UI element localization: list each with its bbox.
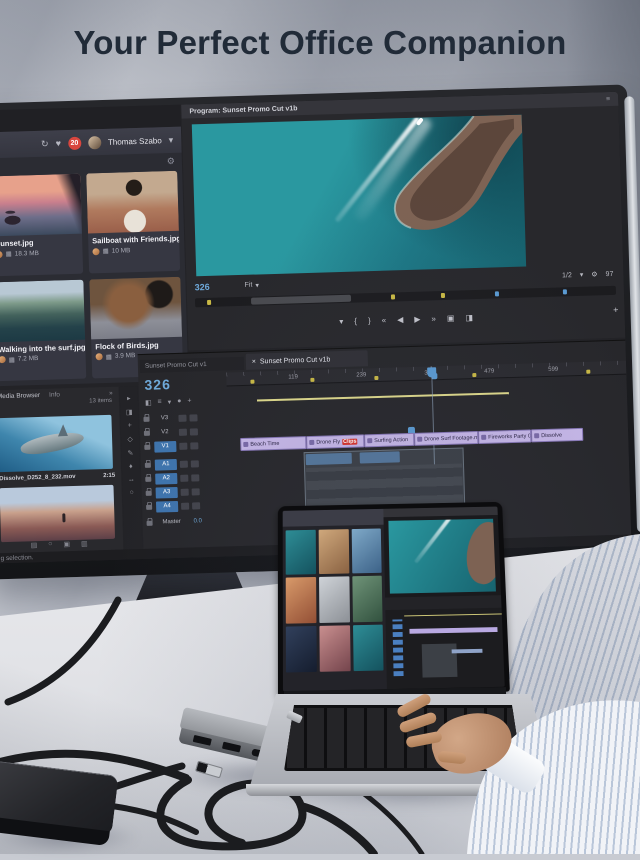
laptop-boat-wake	[414, 519, 453, 563]
portable-ssd	[0, 760, 123, 859]
mini-thumb	[318, 529, 348, 574]
mini-thumb	[286, 577, 316, 623]
usb-a-port	[193, 735, 212, 746]
mini-thumb	[351, 528, 382, 573]
mini-thumb	[319, 576, 350, 622]
mini-thumb	[319, 625, 350, 672]
coil-tail-cable	[301, 806, 374, 854]
mini-thumb	[286, 626, 317, 673]
laptop-purple-clip	[409, 627, 498, 634]
laptop-right-panel	[384, 507, 505, 690]
laptop-sand-spit	[461, 519, 496, 588]
laptop-program-viewer	[388, 519, 496, 594]
laptop-screen	[283, 507, 505, 692]
usb-a-port	[222, 742, 241, 753]
laptop-left-panel	[283, 509, 388, 692]
laptop-timeline	[386, 608, 505, 689]
laptop-work-area-bar	[404, 613, 501, 616]
mini-thumb	[286, 529, 316, 574]
laptop-thumbnail-grid	[286, 528, 384, 687]
ssd-cable	[112, 806, 196, 832]
laptop-left-toolbar	[283, 509, 384, 527]
mini-thumb	[352, 576, 383, 622]
laptop-audio-block	[421, 643, 457, 677]
laptop-blue-clip	[452, 649, 482, 654]
laptop-program-titlebar	[384, 507, 498, 518]
laptop-track-buttons	[393, 619, 404, 676]
laptop-display	[278, 502, 510, 697]
mini-thumb	[353, 624, 384, 671]
monitor-cable	[8, 600, 118, 702]
